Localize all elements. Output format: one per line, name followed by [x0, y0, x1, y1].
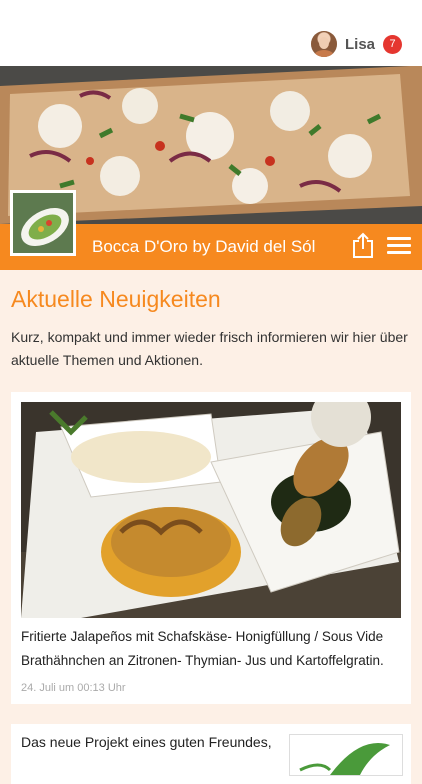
venue-thumbnail[interactable]	[10, 190, 76, 256]
news-caption: Fritierte Jalapeños mit Schafskäse- Honi…	[21, 629, 384, 668]
section-intro: Kurz, kompakt und immer wieder frisch in…	[11, 329, 408, 368]
avatar[interactable]	[310, 31, 337, 57]
news-image[interactable]	[289, 734, 403, 776]
hamburger-menu-icon[interactable]	[387, 237, 411, 255]
share-icon[interactable]	[352, 232, 374, 258]
top-bar: Lisa 7	[0, 0, 422, 66]
news-date: 24. Juli um 00:13 Uhr	[21, 682, 126, 694]
news-card[interactable]: Das neue Projekt eines guten Freundes,	[11, 724, 411, 784]
section-title: Aktuelle Neuigkeiten	[11, 286, 221, 312]
user-profile[interactable]: Lisa 7	[310, 30, 402, 58]
news-caption: Das neue Projekt eines guten Freundes,	[21, 734, 272, 750]
venue-title: Bocca D'Oro by David del Sól	[92, 237, 316, 256]
news-image[interactable]	[21, 402, 401, 618]
notification-badge[interactable]: 7	[383, 34, 402, 54]
news-card[interactable]: Fritierte Jalapeños mit Schafskäse- Honi…	[11, 392, 411, 704]
username[interactable]: Lisa	[345, 36, 375, 53]
